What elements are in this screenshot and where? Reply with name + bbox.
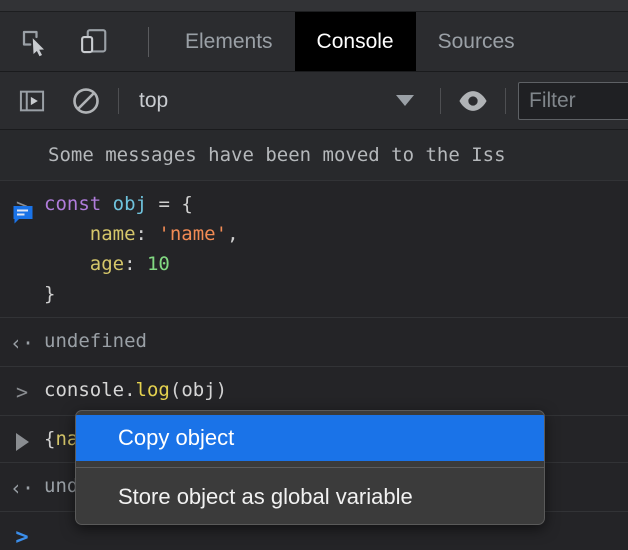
inspect-element-button[interactable] bbox=[14, 22, 54, 62]
code-token: . bbox=[124, 379, 136, 401]
code-token: obj bbox=[112, 193, 147, 215]
code-token: name bbox=[44, 223, 136, 245]
code-token: : bbox=[135, 223, 147, 245]
console-code: const obj = { name: 'name', age: 10 } bbox=[44, 189, 239, 309]
console-sidebar-icon bbox=[18, 87, 46, 115]
menu-separator bbox=[76, 467, 544, 468]
code-token: } bbox=[44, 283, 56, 305]
tab-sources[interactable]: Sources bbox=[416, 12, 537, 71]
code-token: { bbox=[181, 193, 193, 215]
tool-icon-group bbox=[0, 12, 163, 71]
tab-elements[interactable]: Elements bbox=[163, 12, 295, 71]
console-output-row: ‹· undefined bbox=[0, 318, 628, 367]
chevron-down-icon bbox=[396, 95, 414, 106]
output-marker-glyph: ‹· bbox=[9, 331, 35, 355]
tab-console-label: Console bbox=[316, 29, 394, 53]
prompt-marker: > bbox=[0, 522, 44, 550]
code-token: = bbox=[158, 193, 170, 215]
code-token: 'name' bbox=[158, 223, 228, 245]
console-toolbar-divider-3 bbox=[505, 87, 506, 114]
device-toolbar-icon bbox=[79, 27, 109, 57]
input-marker: > bbox=[0, 375, 44, 407]
console-input-row[interactable]: > const obj = { name: 'name', age: 10 } bbox=[0, 181, 628, 318]
code-token: ) bbox=[215, 379, 228, 401]
menu-item-store-as-global[interactable]: Store object as global variable bbox=[76, 474, 544, 520]
menu-item-copy-object-label: Copy object bbox=[118, 425, 235, 450]
code-token: { bbox=[44, 428, 56, 450]
output-marker: ‹· bbox=[0, 471, 44, 503]
clear-console-button[interactable] bbox=[66, 81, 106, 121]
code-token: log bbox=[135, 379, 170, 401]
window-top-strip bbox=[0, 0, 628, 12]
console-code: console.log(obj) bbox=[44, 375, 227, 405]
live-expression-button[interactable] bbox=[453, 81, 493, 121]
filter-input-placeholder: Filter bbox=[529, 88, 576, 112]
tab-sources-label: Sources bbox=[437, 29, 515, 53]
device-toolbar-button[interactable] bbox=[74, 22, 114, 62]
console-input-row[interactable]: > console.log(obj) bbox=[0, 367, 628, 416]
console-sidebar-button[interactable] bbox=[12, 81, 52, 121]
info-message-icon bbox=[12, 144, 34, 224]
code-token: obj bbox=[181, 379, 216, 401]
live-expression-eye-icon bbox=[457, 85, 489, 117]
menu-item-store-as-global-label: Store object as global variable bbox=[118, 484, 413, 509]
code-token: 10 bbox=[146, 253, 170, 275]
output-marker: ‹· bbox=[0, 326, 44, 358]
tab-elements-label: Elements bbox=[185, 29, 273, 53]
panel-tabs: Elements Console Sources bbox=[163, 12, 537, 71]
code-token: : bbox=[124, 253, 136, 275]
context-menu: Copy object Store object as global varia… bbox=[75, 410, 545, 525]
menu-item-copy-object[interactable]: Copy object bbox=[76, 415, 544, 461]
console-toolbar: top Filter bbox=[0, 72, 628, 130]
code-token: ( bbox=[169, 379, 182, 401]
execution-context-label: top bbox=[139, 88, 169, 112]
console-toolbar-divider-2 bbox=[440, 87, 441, 114]
devtools-window: Elements Console Sources top Filter Some… bbox=[0, 0, 628, 550]
issues-banner-text: Some messages have been moved to the Iss bbox=[48, 144, 506, 166]
output-marker-glyph: ‹· bbox=[9, 476, 35, 500]
console-output-value: undefined bbox=[44, 330, 147, 352]
issues-banner-row[interactable]: Some messages have been moved to the Iss bbox=[0, 130, 628, 224]
code-token: console bbox=[44, 379, 125, 401]
execution-context-selector[interactable]: top bbox=[131, 82, 428, 120]
clear-console-icon bbox=[71, 86, 101, 116]
object-disclosure[interactable] bbox=[0, 424, 44, 451]
console-toolbar-divider-1 bbox=[118, 87, 119, 114]
code-token: , bbox=[227, 223, 239, 245]
toolbar-divider bbox=[148, 26, 149, 57]
disclosure-triangle-icon[interactable] bbox=[15, 433, 29, 451]
tab-console[interactable]: Console bbox=[294, 12, 416, 71]
input-marker-glyph: > bbox=[15, 380, 29, 404]
filter-input-wrapper[interactable]: Filter bbox=[518, 81, 628, 120]
inspect-element-icon bbox=[19, 27, 49, 57]
devtools-tab-bar: Elements Console Sources bbox=[0, 12, 628, 72]
prompt-chevron-icon: > bbox=[15, 525, 29, 550]
